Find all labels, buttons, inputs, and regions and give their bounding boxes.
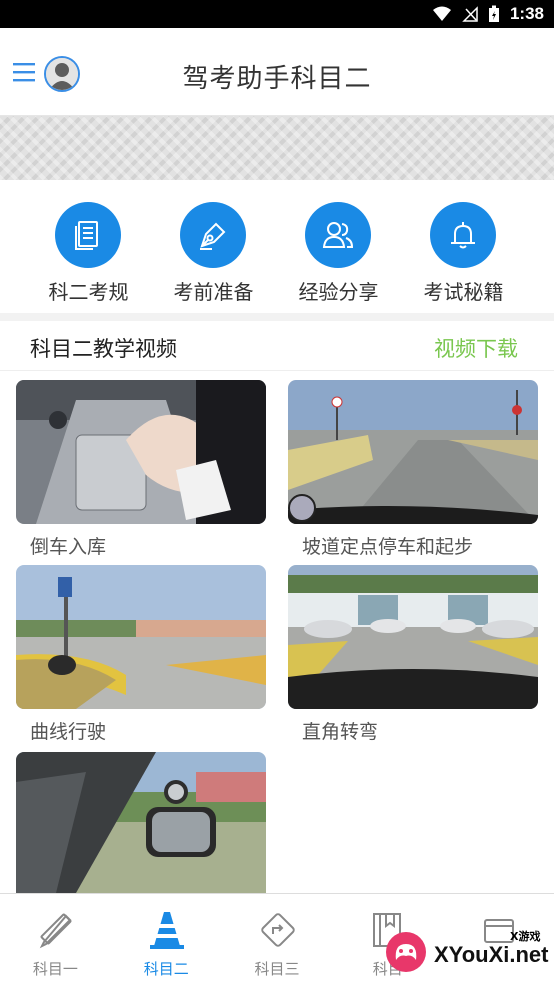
users-icon xyxy=(322,222,354,248)
quick-item-icon-bg xyxy=(305,202,371,268)
video-card[interactable]: 曲线行驶 xyxy=(16,565,266,744)
status-bar: 1:38 xyxy=(0,0,554,28)
quick-nav: 科二考规 考前准备 经验分享 考试秘籍 xyxy=(0,180,554,313)
quick-label: 经验分享 xyxy=(298,280,379,304)
video-download-link[interactable]: 视频下载 xyxy=(434,333,518,363)
app-header: 驾考助手科目二 xyxy=(0,28,554,116)
quick-item-icon-bg xyxy=(55,202,121,268)
video-card[interactable]: 倒车入库 xyxy=(16,380,266,559)
signal-icon xyxy=(462,6,478,22)
video-thumbnail xyxy=(16,565,266,709)
pencil-ruler-icon xyxy=(39,913,72,949)
tab-subject-two[interactable]: 科目二 xyxy=(111,894,222,986)
watermark-brand: XYouXi.net xyxy=(434,942,549,967)
video-thumbnail xyxy=(16,752,266,893)
section-title: 科目二教学视频 xyxy=(30,337,177,361)
video-title: 直角转弯 xyxy=(302,721,379,743)
video-card[interactable] xyxy=(16,752,266,893)
video-card[interactable]: 坡道定点停车和起步 xyxy=(288,380,538,559)
battery-icon xyxy=(488,5,499,22)
tab-subject-three[interactable]: 科目三 xyxy=(222,894,333,986)
quick-label: 考试秘籍 xyxy=(423,280,504,304)
quick-item-secrets[interactable]: 考试秘籍 xyxy=(401,180,526,313)
document-icon xyxy=(75,221,98,250)
page-title: 驾考助手科目二 xyxy=(182,64,372,94)
video-card[interactable]: 直角转弯 xyxy=(288,565,538,744)
video-title: 倒车入库 xyxy=(30,536,107,558)
quick-item-preparation[interactable]: 考前准备 xyxy=(151,180,276,313)
video-title: 坡道定点停车和起步 xyxy=(302,536,474,558)
watermark: X游戏 XYouXi.net xyxy=(384,926,550,978)
quick-item-icon-bg xyxy=(180,202,246,268)
video-thumbnail xyxy=(288,565,538,709)
tab-label: 科目一 xyxy=(32,960,78,978)
tab-label: 科目二 xyxy=(143,960,189,978)
quick-item-experience[interactable]: 经验分享 xyxy=(276,180,401,313)
banner-image[interactable] xyxy=(0,116,554,180)
tab-subject-one[interactable]: 科目一 xyxy=(0,894,111,986)
video-thumbnail xyxy=(288,380,538,524)
bell-icon xyxy=(451,222,475,249)
watermark-logo-icon xyxy=(386,932,426,972)
pen-nib-icon xyxy=(200,222,226,250)
tab-label: 科目三 xyxy=(254,960,300,978)
quick-item-exam-rules[interactable]: 科二考规 xyxy=(26,180,151,313)
video-thumbnail xyxy=(16,380,266,524)
video-section: 科目二教学视频 视频下载 倒车入库 坡道定点停车和起步 曲线行驶 直角转弯 xyxy=(0,321,554,893)
video-title: 曲线行驶 xyxy=(30,721,107,743)
wifi-icon xyxy=(432,6,451,21)
quick-item-icon-bg xyxy=(430,202,496,268)
road-sign-icon xyxy=(260,913,295,947)
traffic-cone-icon xyxy=(149,912,184,949)
status-time: 1:38 xyxy=(509,4,544,23)
quick-label: 科二考规 xyxy=(48,280,129,304)
quick-label: 考前准备 xyxy=(173,280,254,304)
section-header: 科目二教学视频 视频下载 xyxy=(0,321,554,371)
status-icons: 1:38 xyxy=(432,0,544,28)
